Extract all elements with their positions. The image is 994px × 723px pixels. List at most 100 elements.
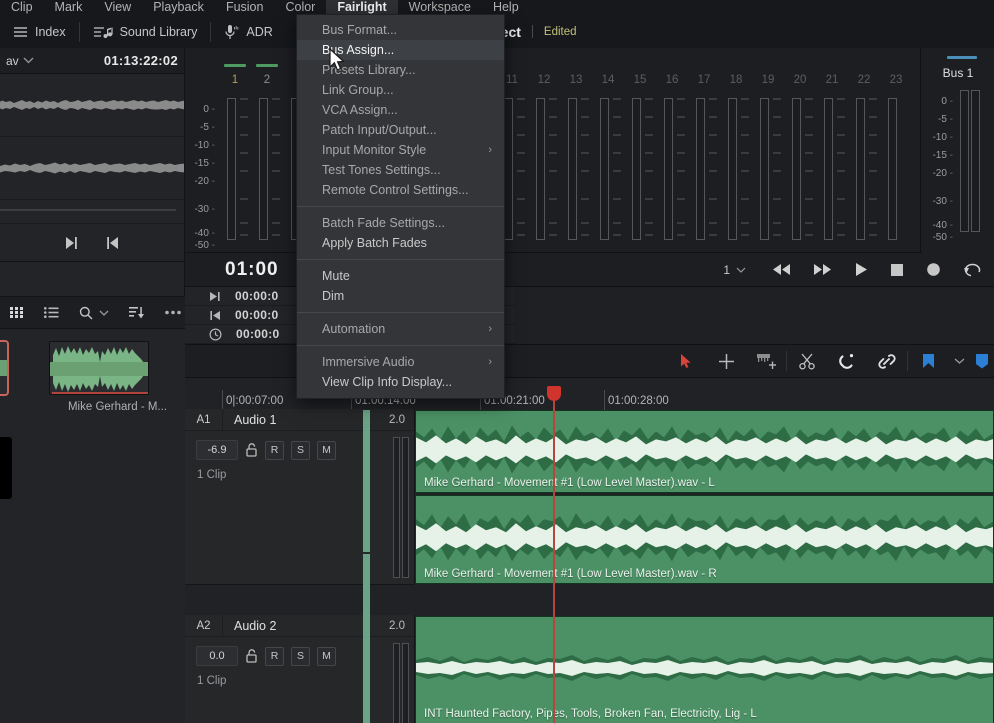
menu-fairlight[interactable]: Fairlight: [326, 0, 398, 15]
menu-item-automation[interactable]: Automation ›: [297, 319, 504, 339]
meter-channel[interactable]: 22: [848, 56, 880, 246]
menu-item-input-monitor-style[interactable]: Input Monitor Style ›: [297, 140, 504, 160]
lock-icon[interactable]: [245, 443, 258, 457]
menu-item-mute[interactable]: Mute: [297, 266, 504, 286]
sound-library-button[interactable]: Sound Library: [80, 15, 211, 48]
meter-channel[interactable]: 12: [528, 56, 560, 246]
loop-button[interactable]: [963, 262, 982, 277]
trim-tool-button[interactable]: [706, 344, 746, 378]
track-selector[interactable]: 1: [723, 263, 746, 277]
media-pool[interactable]: Mike Gerhard - M...: [0, 329, 185, 723]
menu-item-link-group[interactable]: Link Group...: [297, 80, 504, 100]
menu-item-test-tones-settings[interactable]: Test Tones Settings...: [297, 160, 504, 180]
scrubber-row[interactable]: [0, 200, 184, 224]
menu-fusion[interactable]: Fusion: [215, 0, 275, 15]
menu-item-remote-control-settings[interactable]: Remote Control Settings...: [297, 180, 504, 200]
menu-item-bus-format[interactable]: Bus Format...: [297, 20, 504, 40]
menu-item-apply-batch-fades[interactable]: Apply Batch Fades: [297, 233, 504, 253]
track-mute-button[interactable]: M: [317, 646, 336, 666]
adr-button[interactable]: ADR: [211, 15, 285, 48]
meter-channel[interactable]: 14: [592, 56, 624, 246]
meter-channel[interactable]: 1: [219, 56, 251, 246]
record-button[interactable]: [926, 262, 941, 277]
menu-item-bus-assign[interactable]: Bus Assign...: [297, 40, 504, 60]
meter-channel[interactable]: 23: [880, 56, 912, 246]
menu-clip[interactable]: Clip: [0, 0, 44, 15]
media-thumbnail[interactable]: [49, 341, 149, 395]
track-area-a1[interactable]: Mike Gerhard - Movement #1 (Low Level Ma…: [415, 409, 994, 585]
meter-channel[interactable]: 19: [752, 56, 784, 246]
fast-forward-button[interactable]: [813, 263, 832, 276]
channel-number: 18: [729, 74, 743, 86]
media-thumbnail-partial[interactable]: [0, 340, 9, 396]
menu-item-vca-assign[interactable]: VCA Assign...: [297, 100, 504, 120]
meter-channel[interactable]: 20: [784, 56, 816, 246]
track-area-a2[interactable]: INT Haunted Factory, Pipes, Tools, Broke…: [415, 615, 994, 723]
secondary-thumbnail[interactable]: [0, 437, 12, 499]
track-fader-value[interactable]: 0.0: [196, 646, 238, 666]
track-name[interactable]: Audio 1: [223, 413, 276, 427]
playhead-knob[interactable]: [547, 386, 561, 401]
menu-view[interactable]: View: [93, 0, 142, 15]
grid-view-button[interactable]: [0, 296, 34, 329]
fairlight-dropdown-menu[interactable]: Bus Format... Bus Assign... Presets Libr…: [296, 14, 505, 399]
track-header-a2[interactable]: A2 Audio 2 2.0 0.0 R S M 1 Clip: [185, 614, 415, 723]
track-record-button[interactable]: R: [265, 440, 284, 460]
menu-workspace[interactable]: Workspace: [398, 0, 482, 15]
channel-bar: [632, 98, 641, 240]
list-view-button[interactable]: [34, 296, 69, 329]
track-name[interactable]: Audio 2: [223, 619, 276, 633]
stop-button[interactable]: [890, 263, 904, 277]
rewind-button[interactable]: [772, 263, 791, 276]
meter-channel[interactable]: 21: [816, 56, 848, 246]
menu-item-patch-input-output[interactable]: Patch Input/Output...: [297, 120, 504, 140]
menu-mark[interactable]: Mark: [44, 0, 94, 15]
sort-button[interactable]: [119, 296, 155, 329]
track-solo-button[interactable]: S: [291, 440, 310, 460]
menu-item-dim[interactable]: Dim: [297, 286, 504, 306]
meter-channel[interactable]: 17: [688, 56, 720, 246]
track-header-a1[interactable]: A1 Audio 1 2.0 -6.9 R S M 1 Clip: [185, 408, 415, 585]
play-button[interactable]: [854, 262, 868, 277]
bus-scale-10: -10: [932, 132, 953, 143]
menu-item-view-clip-info-display[interactable]: View Clip Info Display...: [297, 372, 504, 392]
meter-channel[interactable]: 16: [656, 56, 688, 246]
menu-item-presets-library[interactable]: Presets Library...: [297, 60, 504, 80]
audio-clip[interactable]: INT Haunted Factory, Pipes, Tools, Broke…: [415, 616, 994, 723]
lock-icon[interactable]: [245, 649, 258, 663]
search-button[interactable]: [69, 296, 119, 329]
scale-5: -5: [200, 122, 215, 133]
search-chevron-down-icon[interactable]: [99, 310, 109, 316]
scrubber-track[interactable]: [0, 209, 176, 211]
meter-channel[interactable]: 18: [720, 56, 752, 246]
chevron-down-icon[interactable]: [23, 57, 34, 64]
razor-tool-button[interactable]: [787, 344, 827, 378]
marker-button[interactable]: [970, 344, 994, 378]
bus-meter[interactable]: Bus 1 0 -5 -10 -15 -20 -30 -40 -50: [922, 48, 994, 253]
edit-tool-button[interactable]: [746, 344, 786, 378]
next-frame-icon[interactable]: [64, 236, 79, 250]
track-mute-button[interactable]: M: [317, 440, 336, 460]
audio-clip[interactable]: Mike Gerhard - Movement #1 (Low Level Ma…: [415, 495, 994, 584]
prev-frame-icon[interactable]: [105, 236, 120, 250]
channel-ticks: [517, 98, 526, 240]
meter-channel[interactable]: 15: [624, 56, 656, 246]
snapping-button[interactable]: [827, 344, 867, 378]
flag-dropdown-button[interactable]: [948, 344, 970, 378]
track-fader-value[interactable]: -6.9: [196, 440, 238, 460]
menu-item-batch-fade-settings[interactable]: Batch Fade Settings...: [297, 213, 504, 233]
flag-button[interactable]: [908, 344, 948, 378]
meter-channel[interactable]: 13: [560, 56, 592, 246]
menu-color[interactable]: Color: [274, 0, 326, 15]
audio-clip[interactable]: Mike Gerhard - Movement #1 (Low Level Ma…: [415, 410, 994, 493]
playhead[interactable]: [547, 386, 561, 723]
menu-playback[interactable]: Playback: [142, 0, 215, 15]
index-button[interactable]: Index: [0, 15, 79, 48]
selection-tool-button[interactable]: [666, 344, 706, 378]
menu-item-immersive-audio[interactable]: Immersive Audio ›: [297, 352, 504, 372]
linked-selection-button[interactable]: [867, 344, 907, 378]
meter-channel[interactable]: 2: [251, 56, 283, 246]
track-solo-button[interactable]: S: [291, 646, 310, 666]
menu-help[interactable]: Help: [482, 0, 530, 15]
track-record-button[interactable]: R: [265, 646, 284, 666]
